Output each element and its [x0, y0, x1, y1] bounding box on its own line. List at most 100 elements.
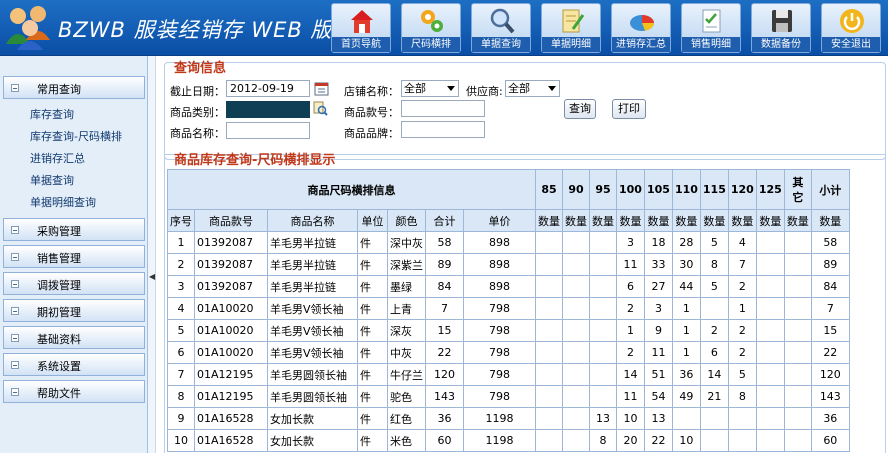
- cell-price: 798: [463, 341, 536, 364]
- cell-unit: 件: [357, 429, 388, 452]
- expand-toggle-icon: [11, 361, 19, 369]
- menu-group-transfer[interactable]: 调拨管理: [3, 272, 145, 295]
- table-row[interactable]: 8 01A12195 羊毛男圆领长袖件驼色 143 798 11 54 49 21 8 143: [167, 385, 850, 408]
- nav-document-detail-button[interactable]: 单据明细: [541, 3, 601, 53]
- sidebar-item-document-query[interactable]: 单据查询: [3, 170, 145, 192]
- cell-size-qty: [755, 231, 785, 254]
- sidebar-collapse-bar[interactable]: ◀: [148, 56, 156, 453]
- cell-size-qty: 1: [671, 319, 701, 342]
- table-row[interactable]: 9 01A16528 女加长款件红色 36 1198 13 10 13 36: [167, 407, 850, 430]
- search-button[interactable]: 查询: [564, 99, 596, 119]
- cell-subtotal: 22: [810, 341, 850, 364]
- qty-header: 数量: [616, 209, 645, 232]
- nav-sales-detail-button[interactable]: 销售明细: [681, 3, 741, 53]
- cell-subtotal: 84: [810, 275, 850, 298]
- cell-unit: 件: [357, 407, 388, 430]
- sidebar: 常用查询 库存查询 库存查询-尺码横排 进销存汇总 单据查询 单据明细查询 采购…: [0, 56, 148, 453]
- table-row[interactable]: 5 01A10020 羊毛男V领长袖件深灰 15 798 1 9 1 2 2 15: [167, 319, 850, 342]
- menu-group-sales[interactable]: 销售管理: [3, 245, 145, 268]
- search-icon[interactable]: [313, 101, 328, 116]
- column-header[interactable]: 商品名称: [267, 209, 358, 232]
- category-input[interactable]: [226, 101, 310, 118]
- cell-total: 60: [425, 429, 464, 452]
- size-header: 100: [616, 169, 645, 210]
- nav-logout-button[interactable]: 安全退出: [821, 3, 881, 53]
- product-name-input[interactable]: [226, 122, 310, 139]
- table-row[interactable]: 6 01A10020 羊毛男V领长袖件中灰 22 798 2 11 1 6 2 22: [167, 341, 850, 364]
- expand-toggle-icon: [11, 226, 19, 234]
- column-header[interactable]: 颜色: [387, 209, 426, 232]
- menu-group-basic-data[interactable]: 基础资料: [3, 326, 145, 349]
- collapse-toggle-icon: [11, 84, 19, 92]
- style-input[interactable]: [401, 100, 485, 117]
- sidebar-item-stock-query-size[interactable]: 库存查询-尺码横排: [3, 126, 145, 148]
- brand-label: 商品品牌：: [344, 127, 399, 140]
- cell-no: 6: [167, 341, 195, 364]
- table-row[interactable]: 2 01392087 羊毛男半拉链件深紫兰 89 898 11 33 30 8 7 89: [167, 253, 850, 276]
- cell-size-qty: 8: [727, 385, 757, 408]
- nav-label: 数据备份: [752, 37, 810, 52]
- cell-subtotal: 15: [810, 319, 850, 342]
- store-select[interactable]: 全部: [401, 80, 459, 97]
- cell-size-qty: [589, 319, 617, 342]
- nav-size-layout-button[interactable]: 尺码横排: [401, 3, 461, 53]
- cell-size-qty: [562, 275, 590, 298]
- cell-size-qty: 3: [643, 297, 673, 320]
- print-button[interactable]: 打印: [612, 99, 646, 119]
- cell-total: 89: [425, 253, 464, 276]
- cell-total: 120: [425, 363, 464, 386]
- cell-size-qty: 2: [727, 341, 757, 364]
- nav-home-button[interactable]: 首页导航: [331, 3, 391, 53]
- cell-size-qty: 49: [671, 385, 701, 408]
- nav-label: 尺码横排: [402, 37, 460, 52]
- table-row[interactable]: 7 01A12195 羊毛男圆领长袖件牛仔兰 120 798 14 51 36 14 5 120: [167, 363, 850, 386]
- cell-size-qty: 14: [699, 363, 729, 386]
- nav-label: 安全退出: [822, 37, 880, 52]
- cell-code: 01A10020: [194, 341, 268, 364]
- pie-chart-icon: [630, 15, 654, 31]
- cell-size-qty: 11: [616, 253, 645, 276]
- menu-group-settings[interactable]: 系统设置: [3, 353, 145, 376]
- cell-unit: 件: [357, 253, 388, 276]
- table-row[interactable]: 10 01A16528 女加长款件米色 60 1198 8 20 22 10 60: [167, 429, 850, 452]
- menu-group-help[interactable]: 帮助文件: [3, 380, 145, 403]
- submenu-common-query: 库存查询 库存查询-尺码横排 进销存汇总 单据查询 单据明细查询: [3, 103, 145, 218]
- cell-size-qty: [535, 319, 563, 342]
- nav-document-query-button[interactable]: 单据查询: [471, 3, 531, 53]
- size-header: 120: [727, 169, 757, 210]
- column-header[interactable]: 序号: [167, 209, 195, 232]
- sidebar-item-document-detail[interactable]: 单据明细查询: [3, 192, 145, 214]
- menu-group-opening[interactable]: 期初管理: [3, 299, 145, 322]
- nav-summary-button[interactable]: 进销存汇总: [611, 3, 671, 53]
- gears-icon: [421, 10, 443, 32]
- sidebar-item-summary[interactable]: 进销存汇总: [3, 148, 145, 170]
- cell-size-qty: [535, 363, 563, 386]
- brand-input[interactable]: [401, 121, 485, 138]
- cell-size-qty: [755, 407, 785, 430]
- nav-backup-button[interactable]: 数据备份: [751, 3, 811, 53]
- qty-header: 数量: [783, 209, 812, 232]
- menu-group-common-query[interactable]: 常用查询: [3, 76, 145, 99]
- column-header[interactable]: 合计: [425, 209, 464, 232]
- cell-size-qty: 28: [671, 231, 701, 254]
- nav-label: 单据查询: [472, 37, 530, 52]
- calendar-icon[interactable]: [314, 81, 329, 96]
- column-header[interactable]: 单位: [357, 209, 388, 232]
- table-row[interactable]: 3 01392087 羊毛男半拉链件墨绿 84 898 6 27 44 5 2 84: [167, 275, 850, 298]
- cell-subtotal: 60: [810, 429, 850, 452]
- menu-group-purchase[interactable]: 采购管理: [3, 218, 145, 241]
- cell-size-qty: [783, 407, 812, 430]
- date-input[interactable]: 2012-09-19: [226, 80, 310, 97]
- table-row[interactable]: 4 01A10020 羊毛男V领长袖件上青 7 798 2 3 1 1 7: [167, 297, 850, 320]
- column-header[interactable]: 单价: [463, 209, 536, 232]
- table-row[interactable]: 1 01392087 羊毛男半拉链件深中灰 58 898 3 18 28 5 4 58: [167, 231, 850, 254]
- supplier-select[interactable]: 全部: [505, 80, 560, 97]
- cell-price: 798: [463, 385, 536, 408]
- nav-label: 单据明细: [542, 37, 600, 52]
- cell-size-qty: 2: [699, 319, 729, 342]
- cell-size-qty: [562, 407, 590, 430]
- column-header[interactable]: 商品款号: [194, 209, 268, 232]
- cell-size-qty: [562, 341, 590, 364]
- cell-size-qty: 14: [616, 363, 645, 386]
- sidebar-item-stock-query[interactable]: 库存查询: [3, 104, 145, 126]
